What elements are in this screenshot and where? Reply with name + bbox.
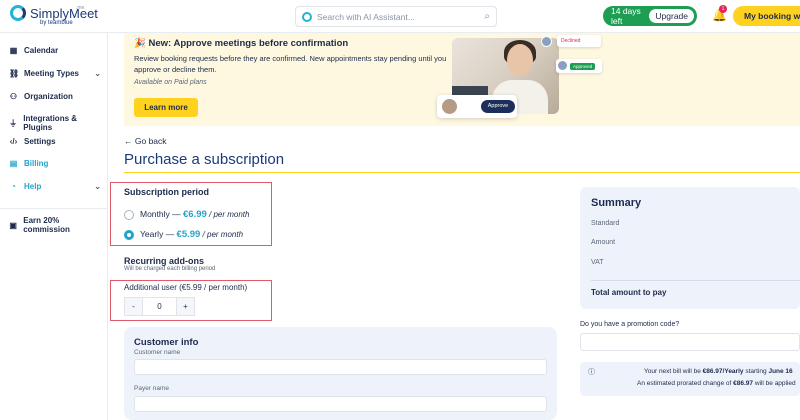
sidebar-item-label: Calendar <box>24 46 59 55</box>
approve-card: Approve <box>437 95 517 118</box>
next-bill-info: ⓘ Your next bill will be €86.97/Yearly s… <box>580 362 800 396</box>
search-bar[interactable]: ⌕ <box>295 6 497 27</box>
calendar-icon: ▦ <box>9 46 18 55</box>
link-icon: ⛓ <box>9 69 20 78</box>
app-logo[interactable]: SimplyMeet <box>10 5 98 21</box>
yearly-label: Yearly — €5.99 / per month <box>140 229 244 240</box>
avatar <box>541 36 552 47</box>
sidebar: ▦ Calendar ⛓ Meeting Types ⌄ ⚇ Organizat… <box>0 33 108 420</box>
sidebar-divider <box>0 208 108 209</box>
monthly-radio[interactable] <box>124 209 134 220</box>
summary-divider <box>591 280 800 281</box>
promo-code-label: Do you have a promotion code? <box>580 321 680 328</box>
ai-assistant-icon <box>302 11 312 22</box>
banner-description: Review booking requests before they are … <box>134 54 447 74</box>
logo-icon <box>10 5 26 21</box>
customer-name-label: Customer name <box>134 349 181 356</box>
sidebar-item-label: Meeting Types <box>24 69 79 78</box>
recurring-addons-subtitle: Will be charged each billing period <box>124 266 216 272</box>
additional-user-label: Additional user (€5.99 / per month) <box>124 283 248 292</box>
banner-title: 🎉 New: Approve meetings before confirmat… <box>134 38 349 49</box>
prorated-change-line: An estimated prorated change of €86.97 w… <box>637 380 796 387</box>
promo-code-input[interactable] <box>580 333 800 351</box>
top-bar: SimplyMeet .me by teamblue ⌕ 14 days lef… <box>0 0 800 33</box>
quantity-input[interactable] <box>143 297 176 316</box>
monthly-option[interactable]: Monthly — €6.99 / per month <box>124 209 249 220</box>
go-back-link[interactable]: ← Go back <box>124 136 167 146</box>
plug-icon: ⏚ <box>9 118 18 128</box>
avatar <box>557 60 568 71</box>
chevron-down-icon: ⌄ <box>94 182 101 191</box>
payer-name-label: Payer name <box>134 385 170 392</box>
learn-more-button[interactable]: Learn more <box>134 98 198 117</box>
sidebar-item-help[interactable]: ◔ Help ⌄ <box>9 182 101 191</box>
logo-by: by teamblue <box>40 20 73 26</box>
decrement-button[interactable]: - <box>124 297 143 316</box>
avatar <box>442 99 457 114</box>
approved-label: Approved <box>570 63 596 70</box>
sidebar-item-label: Earn 20% commission <box>23 216 70 234</box>
declined-label: Declined <box>561 38 581 44</box>
sidebar-item-label: Settings <box>24 137 56 146</box>
approve-pill: Approve <box>481 100 515 113</box>
summary-title: Summary <box>591 197 642 209</box>
go-back-label: Go back <box>134 136 167 146</box>
declined-card: Declined <box>557 35 601 47</box>
trial-days-left: 14 days left <box>611 6 641 26</box>
chevron-down-icon: ⌄ <box>94 69 101 78</box>
customer-info-title: Customer info <box>134 337 199 348</box>
search-icon[interactable]: ⌕ <box>484 11 490 22</box>
info-icon: ⓘ <box>588 369 595 376</box>
increment-button[interactable]: + <box>176 297 195 316</box>
customer-name-field[interactable] <box>134 359 547 375</box>
page-title: Purchase a subscription <box>124 151 285 168</box>
sidebar-item-meeting-types[interactable]: ⛓ Meeting Types ⌄ <box>9 69 101 78</box>
sidebar-item-earn-commission[interactable]: ▣ Earn 20% commission <box>9 216 101 234</box>
notification-badge: 1 <box>719 5 727 13</box>
title-divider <box>124 172 800 173</box>
sidebar-item-integrations[interactable]: ⏚ Integrations & Plugins <box>9 114 101 132</box>
sidebar-item-calendar[interactable]: ▦ Calendar <box>9 46 101 55</box>
trial-indicator: 14 days left Upgrade <box>603 6 697 26</box>
sidebar-item-billing[interactable]: ▤ Billing <box>9 159 101 168</box>
upgrade-button[interactable]: Upgrade <box>649 9 694 23</box>
summary-row-amount: Amount <box>591 239 616 246</box>
yearly-radio[interactable] <box>124 229 134 240</box>
sidebar-item-organization[interactable]: ⚇ Organization <box>9 92 101 101</box>
approved-card: Approved <box>556 59 602 73</box>
gift-icon: ▣ <box>9 220 17 230</box>
banner-note: Available on Paid plans <box>134 79 207 86</box>
payer-name-field[interactable] <box>134 396 547 412</box>
sidebar-item-settings[interactable]: ‹/› Settings <box>9 137 101 146</box>
person-head-shape <box>507 44 533 76</box>
next-bill-line: Your next bill will be €86.97/Yearly sta… <box>644 368 793 375</box>
total-amount-label: Total amount to pay <box>591 288 667 297</box>
yearly-option[interactable]: Yearly — €5.99 / per month <box>124 229 243 240</box>
billing-icon: ▤ <box>9 159 18 168</box>
search-input[interactable] <box>317 11 480 22</box>
feature-banner: 🎉 New: Approve meetings before confirmat… <box>124 33 800 126</box>
summary-row-standard: Standard <box>591 220 620 227</box>
sidebar-item-label: Integrations & Plugins <box>23 114 78 132</box>
help-icon: ◔ <box>11 182 16 191</box>
monthly-label: Monthly — €6.99 / per month <box>140 209 250 220</box>
quantity-stepper[interactable]: - + <box>124 297 195 316</box>
recurring-addons-title: Recurring add-ons <box>124 256 205 266</box>
logo-tag: .me <box>76 5 85 11</box>
sidebar-item-label: Billing <box>24 159 49 168</box>
sidebar-item-label: Help <box>24 182 42 191</box>
code-icon: ‹/› <box>9 137 18 146</box>
subscription-period-title: Subscription period <box>124 187 210 197</box>
sidebar-item-label: Organization <box>24 92 73 101</box>
summary-panel: Summary Standard Amount VAT Total amount… <box>580 187 800 309</box>
my-booking-website-button[interactable]: My booking website <box>733 6 800 26</box>
summary-row-vat: VAT <box>591 259 604 266</box>
organization-icon: ⚇ <box>9 92 18 101</box>
notifications-bell-icon[interactable]: 🔔 1 <box>712 5 727 22</box>
customer-info-panel: Customer info Customer name Payer name <box>124 327 557 420</box>
logo-text: SimplyMeet <box>30 5 98 21</box>
